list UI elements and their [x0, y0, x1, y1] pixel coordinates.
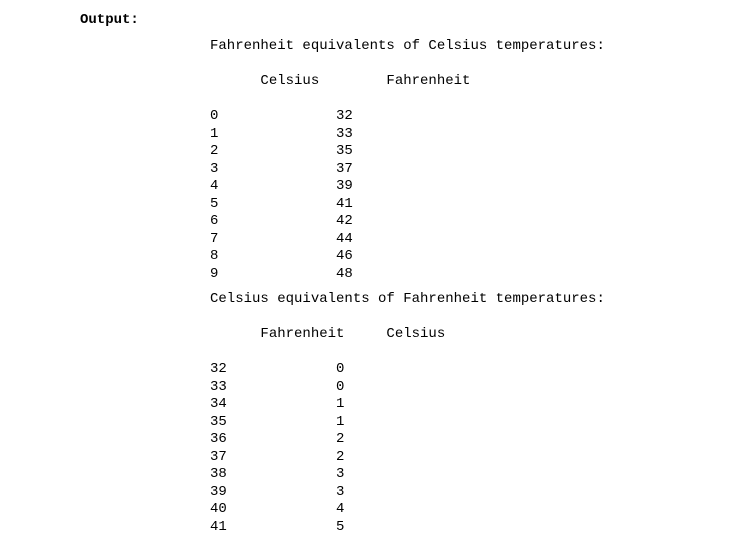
table-row: 032: [210, 108, 740, 126]
cell: 37: [336, 161, 353, 179]
table-row: 330: [210, 379, 740, 397]
table-row: 320: [210, 361, 740, 379]
table-row: 393: [210, 484, 740, 502]
cell: 2: [336, 449, 344, 467]
block1-header-col2: Fahrenheit: [386, 73, 470, 91]
cell: 2: [336, 431, 344, 449]
block1-title: Fahrenheit equivalents of Celsius temper…: [210, 38, 740, 56]
cell: 46: [336, 248, 353, 266]
cell: 3: [336, 484, 344, 502]
cell: 5: [210, 196, 336, 214]
cell: 1: [210, 126, 336, 144]
cell: 4: [210, 178, 336, 196]
block2-header-col1: Fahrenheit: [260, 326, 386, 344]
cell: 7: [210, 231, 336, 249]
table-row: 404: [210, 501, 740, 519]
cell: 33: [210, 379, 336, 397]
cell: 8: [210, 248, 336, 266]
table-row: 948: [210, 266, 740, 284]
cell: 34: [210, 396, 336, 414]
block2-header-col2: Celsius: [386, 326, 445, 344]
cell: 3: [336, 466, 344, 484]
cell: 1: [336, 414, 344, 432]
cell: 32: [336, 108, 353, 126]
cell: 39: [210, 484, 336, 502]
cell: 39: [336, 178, 353, 196]
cell: 33: [336, 126, 353, 144]
cell: 37: [210, 449, 336, 467]
cell: 3: [210, 161, 336, 179]
output-heading: Output:: [0, 0, 740, 28]
block-celsius-to-fahrenheit: Fahrenheit equivalents of Celsius temper…: [210, 38, 740, 283]
block2-title: Celsius equivalents of Fahrenheit temper…: [210, 291, 740, 309]
table-row: 541: [210, 196, 740, 214]
cell: 41: [210, 519, 336, 537]
block1-header-row: CelsiusFahrenheit: [210, 56, 740, 109]
cell: 2: [210, 143, 336, 161]
cell: 48: [336, 266, 353, 284]
table-row: 235: [210, 143, 740, 161]
block2-header-row: FahrenheitCelsius: [210, 309, 740, 362]
cell: 0: [210, 108, 336, 126]
table-row: 439: [210, 178, 740, 196]
table-row: 383: [210, 466, 740, 484]
output-content: Fahrenheit equivalents of Celsius temper…: [0, 28, 740, 536]
table-row: 415: [210, 519, 740, 537]
table-row: 351: [210, 414, 740, 432]
table-row: 642: [210, 213, 740, 231]
cell: 0: [336, 379, 344, 397]
cell: 40: [210, 501, 336, 519]
cell: 6: [210, 213, 336, 231]
table-row: 362: [210, 431, 740, 449]
block1-header-col1: Celsius: [260, 73, 386, 91]
cell: 1: [336, 396, 344, 414]
table-row: 341: [210, 396, 740, 414]
table-row: 372: [210, 449, 740, 467]
table-row: 337: [210, 161, 740, 179]
cell: 36: [210, 431, 336, 449]
cell: 35: [336, 143, 353, 161]
table-row: 846: [210, 248, 740, 266]
cell: 0: [336, 361, 344, 379]
cell: 4: [336, 501, 344, 519]
cell: 38: [210, 466, 336, 484]
cell: 32: [210, 361, 336, 379]
table-row: 133: [210, 126, 740, 144]
cell: 41: [336, 196, 353, 214]
block-fahrenheit-to-celsius: Celsius equivalents of Fahrenheit temper…: [210, 291, 740, 536]
cell: 5: [336, 519, 344, 537]
cell: 9: [210, 266, 336, 284]
cell: 35: [210, 414, 336, 432]
cell: 44: [336, 231, 353, 249]
table-row: 744: [210, 231, 740, 249]
cell: 42: [336, 213, 353, 231]
